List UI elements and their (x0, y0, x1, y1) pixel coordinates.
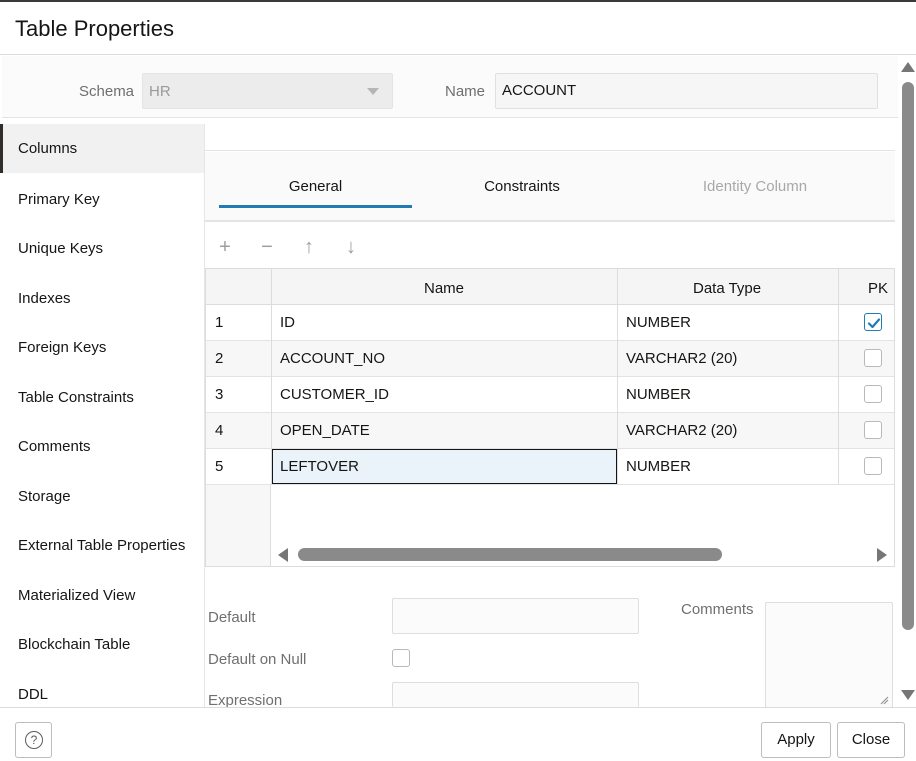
add-icon[interactable]: + (212, 234, 238, 260)
grid-header (206, 269, 894, 305)
tab-selected-indicator (219, 205, 412, 208)
horizontal-scrollbar[interactable] (298, 548, 722, 561)
chevron-down-icon (367, 88, 379, 95)
help-icon: ? (25, 731, 43, 749)
data-type-cell[interactable]: VARCHAR2 (20) (626, 422, 737, 439)
expression-input[interactable] (392, 682, 639, 707)
table-row[interactable]: 3 CUSTOMER_ID NUMBER (206, 377, 894, 413)
sidebar-item-comments[interactable]: Comments (0, 422, 204, 471)
column-header-data-type[interactable]: Data Type (693, 280, 761, 297)
sidebar-item-table-constraints[interactable]: Table Constraints (0, 373, 204, 422)
data-type-cell[interactable]: VARCHAR2 (20) (626, 350, 737, 367)
resize-grip-icon[interactable] (879, 695, 889, 705)
sidebar-nav: Columns Primary Key Unique Keys Indexes … (0, 124, 204, 708)
grid-divider (617, 269, 618, 485)
column-name-cell[interactable]: OPEN_DATE (280, 422, 370, 439)
scroll-down-arrow-icon[interactable] (901, 690, 915, 700)
pk-checkbox[interactable] (864, 313, 882, 331)
pk-checkbox[interactable] (864, 349, 882, 367)
row-number: 3 (215, 386, 224, 403)
table-row[interactable]: 1 ID NUMBER (206, 305, 894, 341)
tab-constraints[interactable]: Constraints (437, 178, 607, 195)
sidebar-item-foreign-keys[interactable]: Foreign Keys (0, 323, 204, 372)
default-input[interactable] (392, 598, 639, 634)
check-icon (867, 318, 881, 329)
grid-divider (271, 269, 272, 485)
row-number: 2 (215, 350, 224, 367)
table-row[interactable]: 4 OPEN_DATE VARCHAR2 (20) (206, 413, 894, 449)
scroll-left-arrow-icon[interactable] (278, 548, 288, 562)
sidebar-item-materialized-view[interactable]: Materialized View (0, 571, 204, 620)
scroll-up-arrow-icon[interactable] (901, 62, 915, 72)
title-divider (0, 54, 916, 55)
tab-general[interactable]: General (219, 178, 412, 195)
schema-select[interactable]: HR (142, 73, 393, 109)
row-number: 5 (215, 458, 224, 475)
tab-identity-column: Identity Column (702, 178, 808, 195)
column-header-pk[interactable]: PK (868, 280, 888, 297)
grid-divider (838, 269, 839, 485)
schema-value: HR (149, 83, 171, 100)
schema-label: Schema (79, 83, 135, 100)
column-name-cell[interactable]: ID (280, 314, 295, 331)
sidebar-item-storage[interactable]: Storage (0, 472, 204, 521)
default-on-null-checkbox[interactable] (392, 649, 410, 667)
default-label: Default (208, 609, 256, 626)
remove-icon[interactable]: − (254, 234, 280, 260)
sidebar-item-external-table-properties[interactable]: External Table Properties (0, 521, 204, 570)
name-label: Name (445, 83, 486, 100)
data-type-cell[interactable]: NUMBER (626, 458, 691, 475)
grid-row-number-gutter (206, 485, 271, 566)
sidebar-item-columns[interactable]: Columns (0, 124, 204, 173)
sidebar-item-blockchain-table[interactable]: Blockchain Table (0, 620, 204, 669)
move-down-icon[interactable]: ↓ (338, 234, 364, 260)
comments-textarea[interactable] (765, 602, 893, 708)
comments-label: Comments (681, 601, 754, 618)
column-name-cell[interactable]: LEFTOVER (280, 458, 359, 475)
sidebar-item-unique-keys[interactable]: Unique Keys (0, 224, 204, 273)
table-row[interactable]: 2 ACCOUNT_NO VARCHAR2 (20) (206, 341, 894, 377)
dialog-title: Table Properties (15, 16, 174, 41)
column-name-cell[interactable]: CUSTOMER_ID (280, 386, 389, 403)
close-button[interactable]: Close (837, 722, 905, 758)
column-header-name[interactable]: Name (424, 280, 464, 297)
data-type-cell[interactable]: NUMBER (626, 314, 691, 331)
content-top-band (205, 124, 895, 151)
data-type-cell[interactable]: NUMBER (626, 386, 691, 403)
table-row[interactable]: 5 LEFTOVER NUMBER (206, 449, 894, 485)
pk-checkbox[interactable] (864, 457, 882, 475)
row-number: 1 (215, 314, 224, 331)
table-properties-dialog: Table Properties Schema HR Name ACCOUNT … (0, 0, 916, 761)
help-button[interactable]: ? (15, 722, 52, 758)
vertical-scrollbar[interactable] (902, 82, 914, 630)
column-name-cell[interactable]: ACCOUNT_NO (280, 350, 385, 367)
apply-button[interactable]: Apply (761, 722, 831, 758)
pk-checkbox[interactable] (864, 385, 882, 403)
tab-bar: General Constraints Identity Column (205, 152, 895, 222)
sidebar-item-indexes[interactable]: Indexes (0, 274, 204, 323)
sidebar-item-primary-key[interactable]: Primary Key (0, 175, 204, 224)
default-on-null-label: Default on Null (208, 651, 307, 668)
table-name-input[interactable]: ACCOUNT (495, 73, 878, 109)
scroll-right-arrow-icon[interactable] (877, 548, 887, 562)
pk-checkbox[interactable] (864, 421, 882, 439)
row-number: 4 (215, 422, 224, 439)
move-up-icon[interactable]: ↑ (296, 234, 322, 260)
